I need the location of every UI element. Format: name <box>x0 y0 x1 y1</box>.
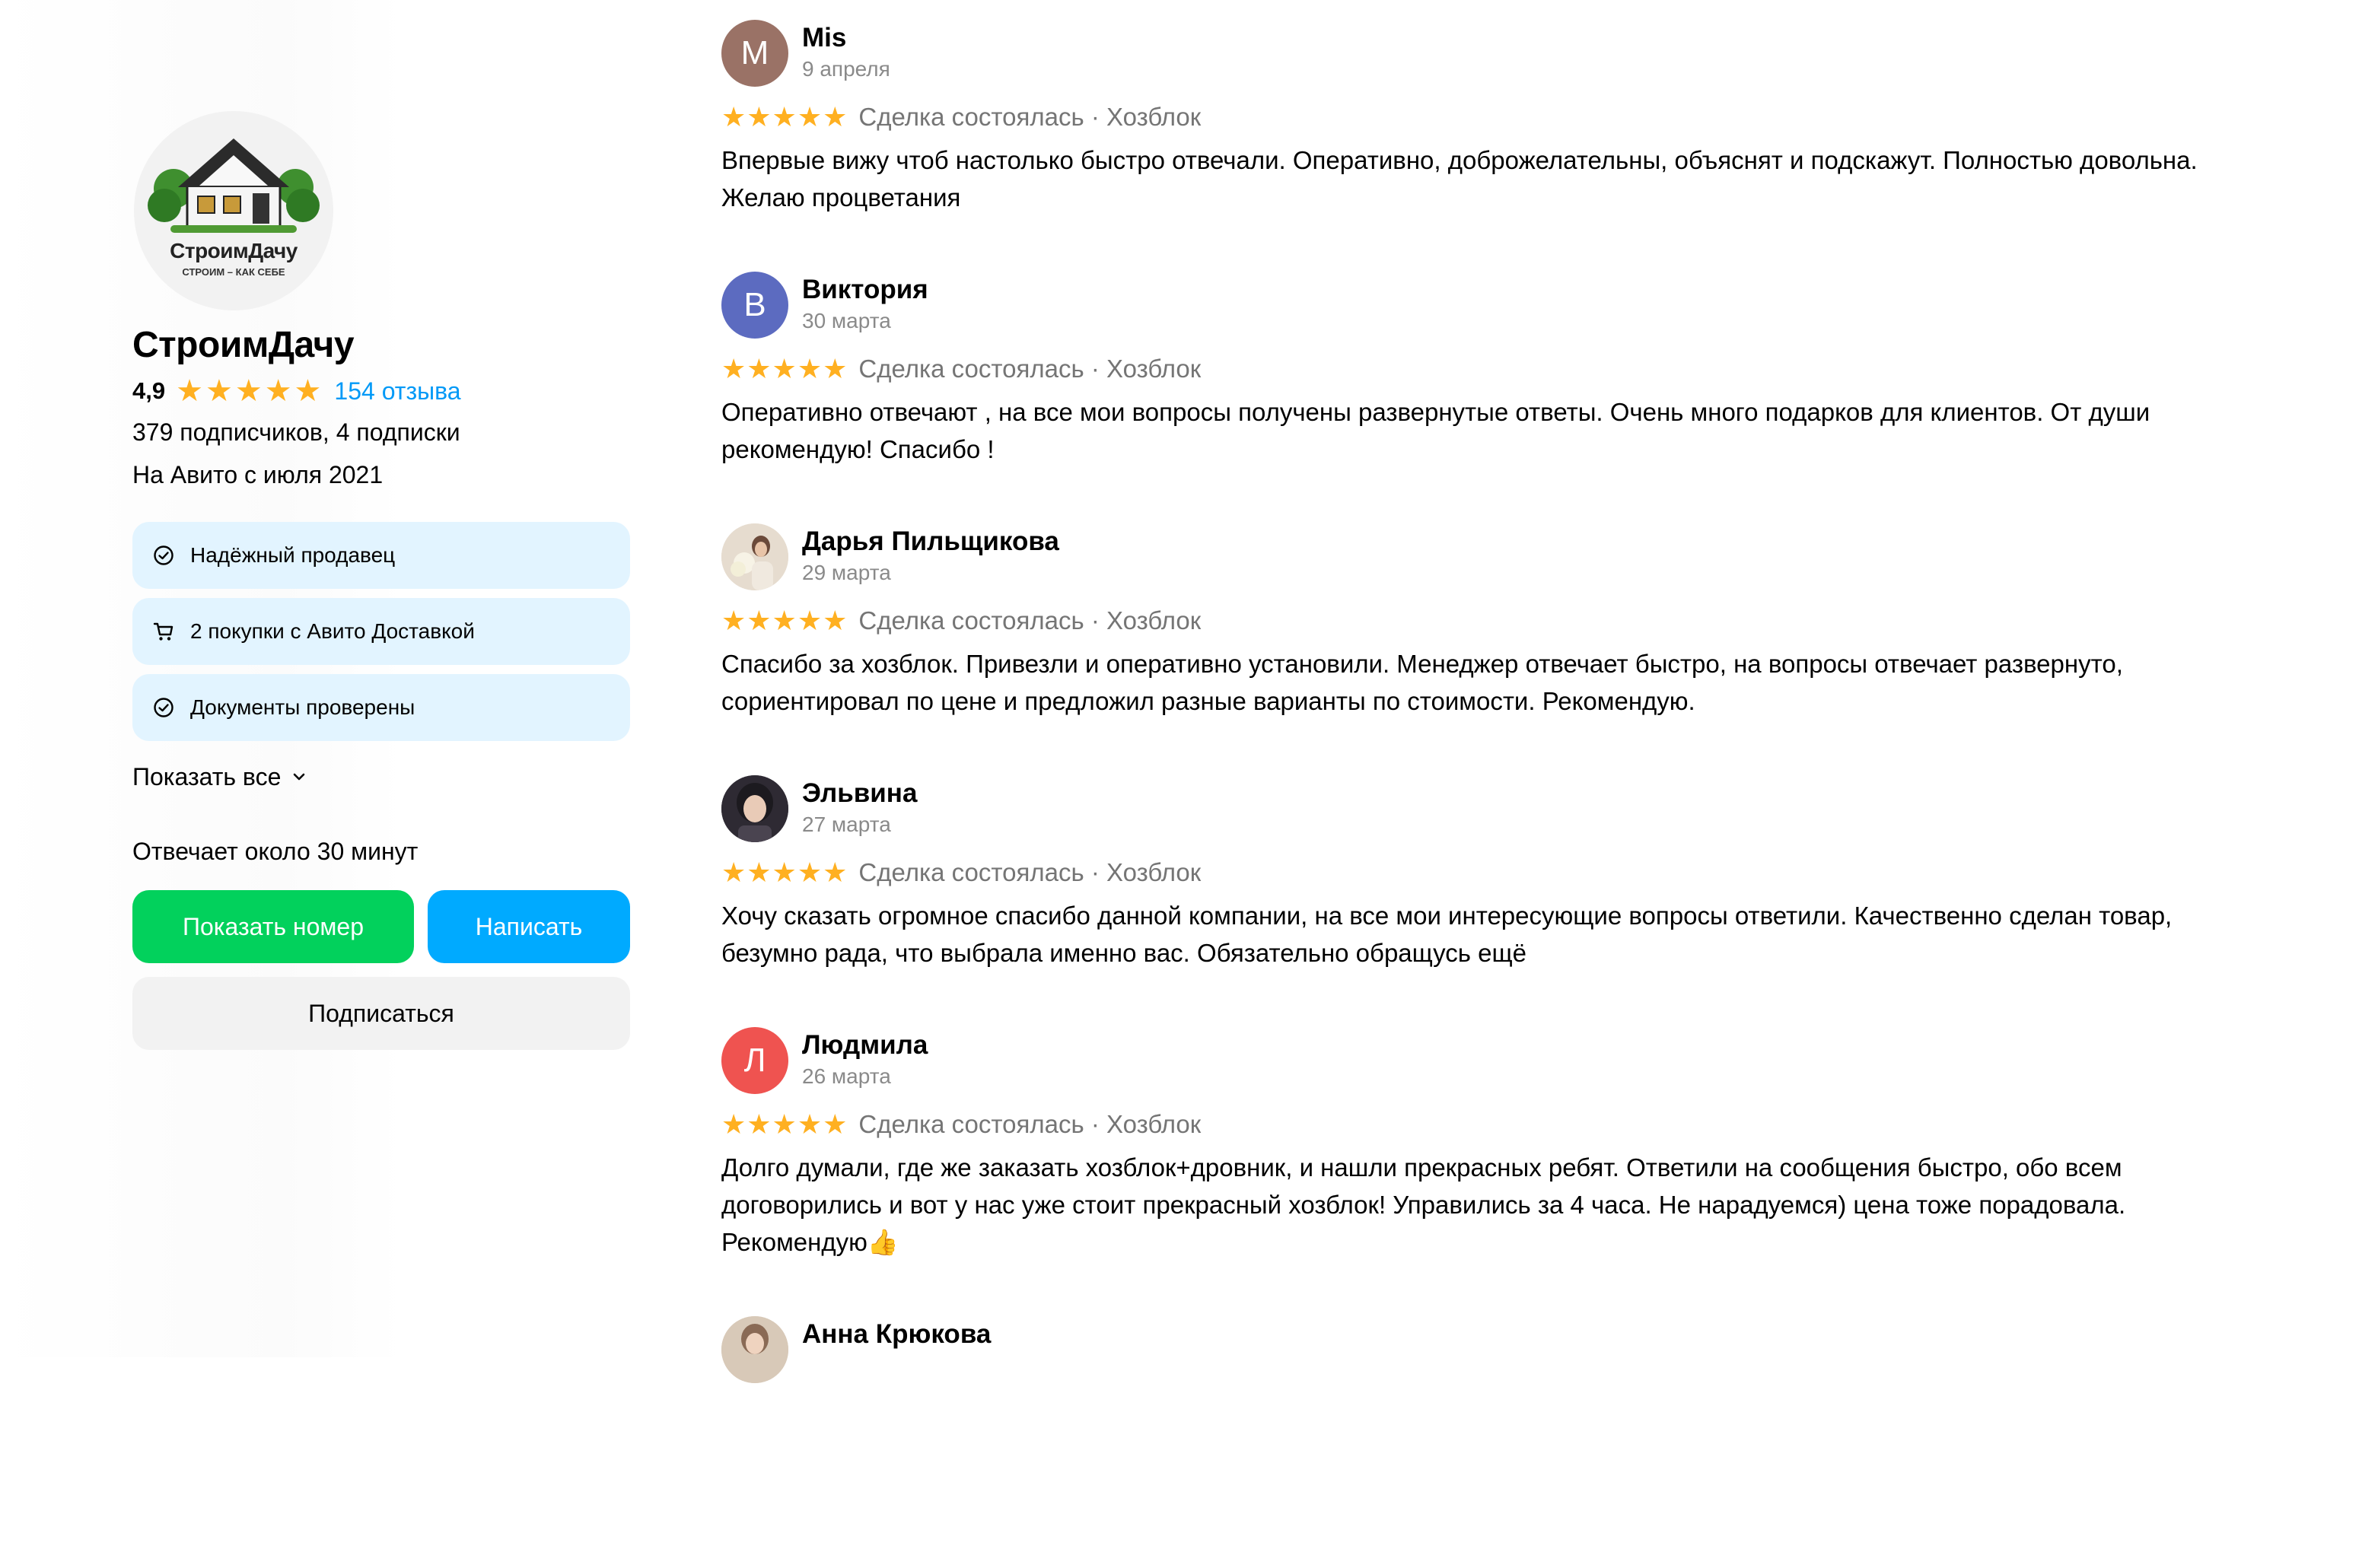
show-all-button[interactable]: Показать все <box>132 758 630 796</box>
review-deal-status: Сделка состоялась · Хозблок <box>858 858 1202 886</box>
review-deal-status: Сделка состоялась · Хозблок <box>858 103 1202 131</box>
avatar[interactable]: Л <box>721 1027 788 1094</box>
review-item: В Виктория 30 марта ★★★★★ Сделка состоял… <box>721 272 2259 523</box>
seller-card: СтроимДачу СТРОИМ – КАК СЕБЕ СтроимДачу … <box>132 111 630 1050</box>
seller-rating: 4,9 ★★★★★ 154 отзыва <box>132 371 630 411</box>
rating-value: 4,9 <box>132 377 166 404</box>
subscribe-button[interactable]: Подписаться <box>132 977 630 1050</box>
badge-delivery-purchases[interactable]: 2 покупки с Авито Доставкой <box>132 598 630 665</box>
review-stars-icon: ★★★★★ <box>721 101 848 132</box>
review-author[interactable]: Mis <box>802 21 890 55</box>
review-item: Анна Крюкова <box>721 1316 2259 1568</box>
logo-title: СтроимДачу <box>170 239 298 262</box>
user-photo-icon <box>721 523 788 590</box>
check-circle-icon <box>154 698 173 717</box>
badge-reliable-seller[interactable]: Надёжный продавец <box>132 522 630 589</box>
show-all-label: Показать все <box>132 762 282 790</box>
review-text: Впервые вижу чтоб настолько быстро отвеч… <box>721 146 2198 212</box>
review-text: Оперативно отвечают , на все мои вопросы… <box>721 398 2150 463</box>
review-item: М Mis 9 апреля ★★★★★ Сделка состоялась ·… <box>721 20 2259 272</box>
review-date: 9 апреля <box>802 57 890 81</box>
review-author[interactable]: Виктория <box>802 273 928 307</box>
reviews-list: М Mis 9 апреля ★★★★★ Сделка состоялась ·… <box>721 20 2259 1568</box>
check-circle-icon <box>154 545 173 565</box>
chevron-down-icon <box>294 773 305 781</box>
logo-subtitle: СТРОИМ – КАК СЕБЕ <box>182 266 285 278</box>
review-author[interactable]: Анна Крюкова <box>802 1318 991 1351</box>
review-author[interactable]: Эльвина <box>802 777 917 810</box>
review-stars-icon: ★★★★★ <box>721 605 848 636</box>
review-deal-status: Сделка состоялась · Хозблок <box>858 606 1202 635</box>
review-deal-status: Сделка состоялась · Хозблок <box>858 355 1202 383</box>
write-message-button[interactable]: Написать <box>428 890 630 963</box>
review-item: Эльвина 27 марта ★★★★★ Сделка состоялась… <box>721 775 2259 1027</box>
reviews-count-link[interactable]: 154 отзыва <box>334 377 460 406</box>
user-photo-icon <box>721 775 788 842</box>
avatar-photo[interactable] <box>721 1316 788 1383</box>
avatar[interactable]: В <box>721 272 788 339</box>
avatar-photo[interactable] <box>721 775 788 842</box>
seller-name[interactable]: СтроимДачу <box>132 320 630 371</box>
user-photo-icon <box>721 1316 788 1383</box>
show-phone-button[interactable]: Показать номер <box>132 890 414 963</box>
review-stars-icon: ★★★★★ <box>721 1108 848 1140</box>
badge-label: Документы проверены <box>190 695 415 719</box>
avatar[interactable]: М <box>721 20 788 87</box>
review-date: 30 марта <box>802 309 891 332</box>
response-time: Отвечает около 30 минут <box>132 838 419 865</box>
badge-label: 2 покупки с Авито Доставкой <box>190 619 475 643</box>
review-deal-status: Сделка состоялась · Хозблок <box>858 1110 1202 1138</box>
review-author[interactable]: Дарья Пильщикова <box>802 525 1059 558</box>
review-date: 29 марта <box>802 561 891 584</box>
followers-info: 379 подписчиков, 4 подписки <box>132 418 460 446</box>
rating-stars-icon: ★★★★★ <box>176 374 324 408</box>
badge-documents-checked[interactable]: Документы проверены <box>132 674 630 741</box>
review-author[interactable]: Людмила <box>802 1029 928 1062</box>
review-text: Долго думали, где же заказать хозблок+др… <box>721 1153 2126 1256</box>
review-text: Спасибо за хозблок. Привезли и оперативн… <box>721 650 2123 715</box>
review-text: Хочу сказать огромное спасибо данной ком… <box>721 902 2173 967</box>
review-item: Л Людмила 26 марта ★★★★★ Сделка состояла… <box>721 1027 2259 1316</box>
avatar-photo[interactable] <box>721 523 788 590</box>
review-date: 27 марта <box>802 813 891 836</box>
contact-actions: Показать номер Написать <box>132 890 630 963</box>
review-item: Дарья Пильщикова 29 марта ★★★★★ Сделка с… <box>721 523 2259 775</box>
review-stars-icon: ★★★★★ <box>721 857 848 888</box>
seller-logo[interactable]: СтроимДачу СТРОИМ – КАК СЕБЕ <box>134 111 333 310</box>
seller-badges: Надёжный продавец 2 покупки с Авито Дост… <box>132 522 630 741</box>
badge-label: Надёжный продавец <box>190 543 396 567</box>
review-date: 26 марта <box>802 1064 891 1088</box>
house-logo-icon <box>148 138 320 233</box>
cart-icon <box>153 622 173 641</box>
review-stars-icon: ★★★★★ <box>721 353 848 384</box>
member-since: На Авито с июля 2021 <box>132 461 384 488</box>
